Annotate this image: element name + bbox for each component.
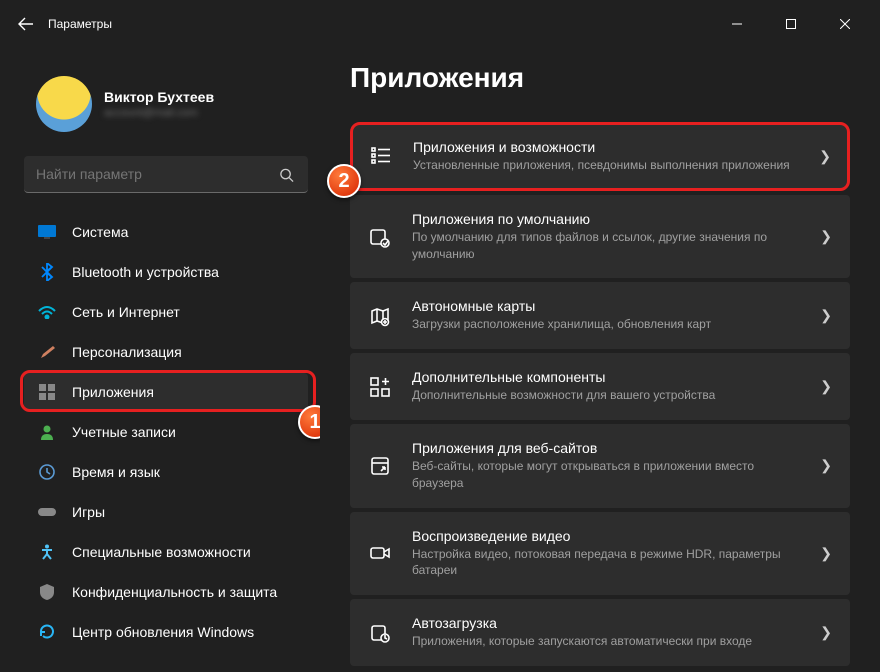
card-subtitle: Настройка видео, потоковая передача в ре… (412, 546, 800, 580)
card-title: Приложения и возможности (413, 139, 799, 155)
profile-email: account@mail.com (104, 107, 214, 119)
card-title: Воспроизведение видео (412, 528, 800, 544)
card-subtitle: По умолчанию для типов файлов и ссылок, … (412, 229, 800, 263)
person-icon (38, 423, 56, 441)
profile-name: Виктор Бухтеев (104, 89, 214, 105)
chevron-right-icon: ❯ (819, 148, 831, 165)
sidebar-item-label: Персонализация (72, 344, 182, 360)
card-title: Автономные карты (412, 298, 800, 314)
grid-plus-icon (368, 375, 392, 399)
startup-icon (368, 621, 392, 645)
sidebar-item-update[interactable]: Центр обновления Windows (24, 613, 308, 651)
page-title: Приложения (350, 62, 850, 94)
card-subtitle: Установленные приложения, псевдонимы вып… (413, 157, 799, 174)
clock-icon (38, 463, 56, 481)
chevron-right-icon: ❯ (820, 457, 832, 474)
list-icon (369, 144, 393, 168)
card-title: Дополнительные компоненты (412, 369, 800, 385)
sidebar-item-time[interactable]: Время и язык (24, 453, 308, 491)
sidebar-item-privacy[interactable]: Конфиденциальность и защита (24, 573, 308, 611)
sidebar-item-system[interactable]: Система (24, 213, 308, 251)
wifi-icon (38, 303, 56, 321)
card-title: Приложения для веб-сайтов (412, 440, 800, 456)
sidebar-item-label: Учетные записи (72, 424, 176, 440)
back-button[interactable] (8, 6, 44, 42)
card-video-playback[interactable]: Воспроизведение видео Настройка видео, п… (350, 512, 850, 596)
card-startup[interactable]: Автозагрузка Приложения, которые запуска… (350, 599, 850, 666)
card-subtitle: Загрузки расположение хранилища, обновле… (412, 316, 800, 333)
app-title: Параметры (48, 17, 112, 31)
shield-icon (38, 583, 56, 601)
search-icon (279, 167, 294, 182)
sidebar-item-accounts[interactable]: Учетные записи (24, 413, 308, 451)
avatar (36, 76, 92, 132)
sidebar-item-label: Конфиденциальность и защита (72, 584, 277, 600)
apps-icon (38, 383, 56, 401)
website-icon (368, 454, 392, 478)
chevron-right-icon: ❯ (820, 307, 832, 324)
card-title: Автозагрузка (412, 615, 800, 631)
annotation-badge-2: 2 (327, 164, 361, 198)
sidebar-item-accessibility[interactable]: Специальные возможности (24, 533, 308, 571)
video-icon (368, 541, 392, 565)
card-subtitle: Веб-сайты, которые могут открываться в п… (412, 458, 800, 492)
search (24, 156, 308, 193)
card-subtitle: Приложения, которые запускаются автомати… (412, 633, 800, 650)
sidebar-item-label: Bluetooth и устройства (72, 264, 219, 280)
sidebar-item-network[interactable]: Сеть и Интернет (24, 293, 308, 331)
minimize-button[interactable] (714, 8, 760, 40)
monitor-icon (38, 223, 56, 241)
sidebar-item-bluetooth[interactable]: Bluetooth и устройства (24, 253, 308, 291)
sidebar-item-apps[interactable]: Приложения (24, 373, 308, 411)
card-offline-maps[interactable]: Автономные карты Загрузки расположение х… (350, 282, 850, 349)
content: Приложения Приложения и возможности Уста… (320, 48, 880, 672)
chevron-right-icon: ❯ (820, 378, 832, 395)
close-button[interactable] (822, 8, 868, 40)
sidebar-item-label: Приложения (72, 384, 154, 400)
sidebar-item-gaming[interactable]: Игры (24, 493, 308, 531)
sidebar-item-label: Сеть и Интернет (72, 304, 180, 320)
sidebar-item-personalization[interactable]: Персонализация (24, 333, 308, 371)
titlebar: Параметры (0, 0, 880, 48)
chevron-right-icon: ❯ (820, 545, 832, 562)
nav: Система Bluetooth и устройства Сеть и Ин… (24, 213, 308, 651)
accessibility-icon (38, 543, 56, 561)
gamepad-icon (38, 503, 56, 521)
sidebar-item-label: Специальные возможности (72, 544, 251, 560)
sidebar-item-label: Центр обновления Windows (72, 624, 254, 640)
card-apps-for-websites[interactable]: Приложения для веб-сайтов Веб-сайты, кот… (350, 424, 850, 508)
bluetooth-icon (38, 263, 56, 281)
chevron-right-icon: ❯ (820, 624, 832, 641)
chevron-right-icon: ❯ (820, 228, 832, 245)
card-apps-features[interactable]: Приложения и возможности Установленные п… (350, 122, 850, 191)
sidebar: Виктор Бухтеев account@mail.com Система … (0, 48, 320, 672)
card-optional-features[interactable]: Дополнительные компоненты Дополнительные… (350, 353, 850, 420)
card-subtitle: Дополнительные возможности для вашего ус… (412, 387, 800, 404)
sidebar-item-label: Игры (72, 504, 105, 520)
update-icon (38, 623, 56, 641)
card-title: Приложения по умолчанию (412, 211, 800, 227)
profile[interactable]: Виктор Бухтеев account@mail.com (24, 56, 308, 156)
search-input[interactable] (24, 156, 308, 193)
card-default-apps[interactable]: Приложения по умолчанию По умолчанию для… (350, 195, 850, 279)
map-icon (368, 304, 392, 328)
sidebar-item-label: Система (72, 224, 128, 240)
maximize-button[interactable] (768, 8, 814, 40)
brush-icon (38, 343, 56, 361)
sidebar-item-label: Время и язык (72, 464, 160, 480)
default-icon (368, 225, 392, 249)
